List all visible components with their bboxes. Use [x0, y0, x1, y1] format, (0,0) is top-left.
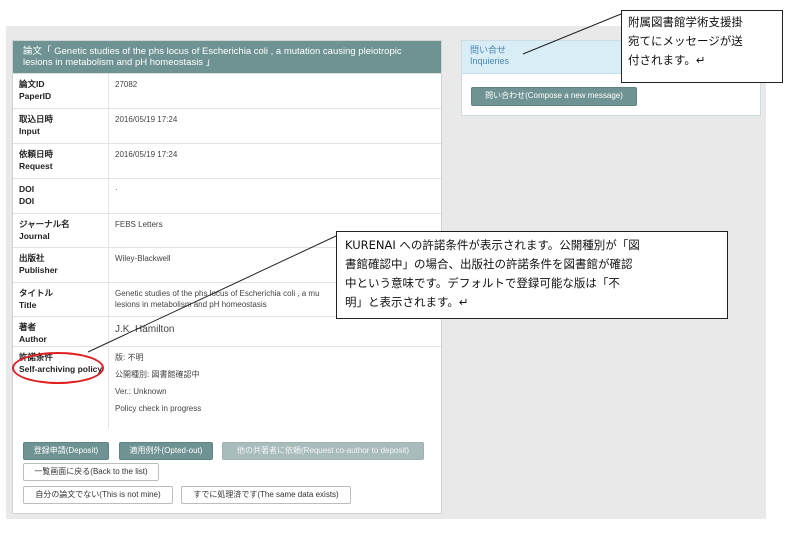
value-author: J.K. Hamilton	[115, 324, 175, 335]
policy-version-en: Ver.: Unknown	[115, 387, 167, 396]
callout-top-line3: 付されます。↵	[628, 53, 706, 67]
label-en: PaperID	[19, 91, 52, 101]
deposit-button[interactable]: 登録申請(Deposit)	[23, 442, 109, 460]
label-ja: 依頼日時	[19, 149, 54, 159]
callout-mid-line4: 明」と表示されます。↵	[345, 295, 469, 309]
paper-title-line1: 論文「 Genetic studies of the phs locus of …	[23, 46, 402, 57]
policy-status-en: Policy check in progress	[115, 404, 202, 413]
callout-mid-line3: 中という意味です。デフォルトで登録可能な版は「不	[345, 276, 620, 290]
opted-out-button[interactable]: 適用例外(Opted-out)	[119, 442, 213, 460]
policy-version-ja: 版: 不明	[115, 353, 144, 362]
callout-mid-line1: KURENAI への許諾条件が表示されます。公開種別が「図	[345, 238, 640, 252]
value-input: 2016/05/19 17:24	[115, 115, 178, 124]
label-paperid: 論文ID PaperID	[13, 74, 109, 108]
row-author: 著者 Author J.K. Hamilton	[13, 317, 441, 347]
label-ja: DOI	[19, 184, 35, 194]
label-ja: タイトル	[19, 288, 54, 298]
callout-inquiry-note: 附属図書館学術支援掛 宛てにメッセージが送 付されます。↵	[621, 10, 783, 83]
label-ja: 著者	[19, 322, 37, 332]
policy-status-ja: 公開種別: 図書館確認中	[115, 370, 200, 379]
label-en: Input	[19, 126, 40, 136]
row-doi: DOI DOI ·	[13, 179, 441, 214]
back-to-list-button[interactable]: 一覧画面に戻る(Back to the list)	[23, 463, 159, 481]
policy-highlight-ellipse	[12, 352, 104, 384]
label-title: タイトル Title	[13, 283, 109, 316]
label-en: Request	[19, 161, 53, 171]
label-doi: DOI DOI	[13, 179, 109, 213]
label-en: Title	[19, 300, 37, 310]
callout-policy-note: KURENAI への許諾条件が表示されます。公開種別が「図 書館確認中」の場合、…	[336, 231, 728, 319]
request-coauthor-button[interactable]: 他の共著者に依頼(Request co-author to deposit)	[222, 442, 424, 460]
value-paperid: 27082	[115, 80, 138, 89]
label-input: 取込日時 Input	[13, 109, 109, 143]
label-request: 依頼日時 Request	[13, 144, 109, 178]
label-en: Journal	[19, 231, 50, 241]
paper-title-header: 論文「 Genetic studies of the phs locus of …	[13, 41, 441, 73]
row-input: 取込日時 Input 2016/05/19 17:24	[13, 109, 441, 144]
label-ja: 取込日時	[19, 114, 54, 124]
callout-top-line1: 附属図書館学術支援掛	[628, 15, 743, 29]
row-request: 依頼日時 Request 2016/05/19 17:24	[13, 144, 441, 179]
label-ja: ジャーナル名	[19, 219, 70, 229]
label-author: 著者 Author	[13, 317, 109, 346]
label-publisher: 出版社 Publisher	[13, 248, 109, 282]
same-data-button[interactable]: すでに処理済です(The same data exists)	[181, 486, 351, 504]
label-ja: 出版社	[19, 253, 45, 263]
value-request: 2016/05/19 17:24	[115, 150, 178, 159]
compose-message-button[interactable]: 問い合わせ(Compose a new message)	[471, 87, 637, 106]
paper-title-line2: lesions in metabolism and pH homeostasis…	[23, 57, 216, 68]
value-policy: 版: 不明 公開種別: 図書館確認中 Ver.: Unknown Policy …	[109, 347, 441, 429]
not-mine-button[interactable]: 自分の論文でない(This is not mine)	[23, 486, 173, 504]
label-journal: ジャーナル名 Journal	[13, 214, 109, 247]
label-en: Author	[19, 334, 47, 344]
label-ja: 論文ID	[19, 79, 45, 89]
label-en: DOI	[19, 196, 35, 206]
callout-top-line2: 宛てにメッセージが送	[628, 34, 743, 48]
row-paperid: 論文ID PaperID 27082	[13, 74, 441, 109]
callout-mid-line2: 書館確認中」の場合、出版社の許諾条件を図書館が確認	[345, 257, 633, 271]
label-en: Publisher	[19, 265, 58, 275]
value-doi: ·	[115, 185, 118, 194]
